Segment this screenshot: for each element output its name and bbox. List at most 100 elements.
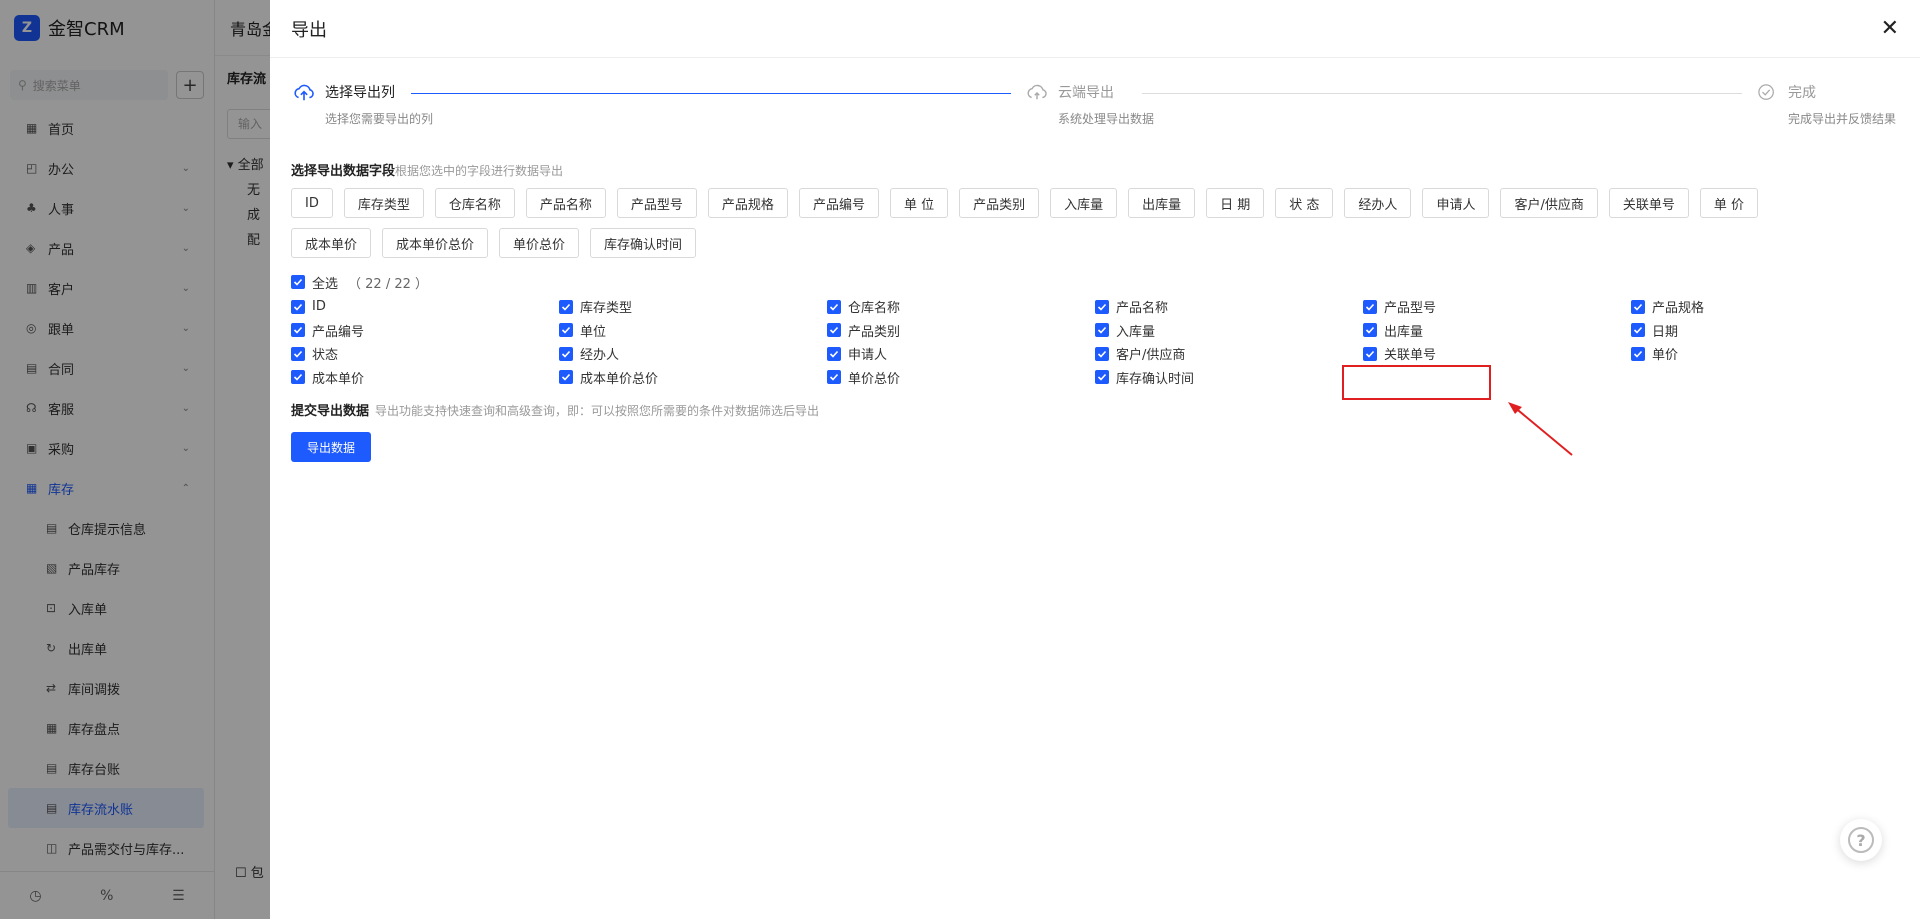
checkbox-checked-icon[interactable]: [1631, 299, 1645, 314]
field-chip[interactable]: 仓库名称: [434, 188, 515, 218]
field-checkbox-label: 产品编号: [312, 324, 365, 340]
checkbox-checked-icon[interactable]: [1631, 346, 1645, 361]
checkbox-checked-icon[interactable]: [1095, 299, 1109, 314]
checkbox-checked-icon[interactable]: [1095, 346, 1109, 361]
help-icon: ?: [1848, 827, 1874, 853]
step-desc: 系统处理导出数据: [1058, 112, 1155, 126]
field-chip[interactable]: 申请人: [1422, 188, 1490, 218]
field-checkbox[interactable]: 仓库名称: [827, 295, 1095, 319]
checkbox-checked-icon[interactable]: [1363, 299, 1377, 314]
field-chip[interactable]: 单 价: [1699, 188, 1758, 218]
field-checkbox[interactable]: 成本单价: [291, 366, 559, 390]
cloud-icon: [1027, 84, 1047, 100]
modal-title: 导出: [291, 19, 327, 41]
field-checkbox-label: ID: [312, 299, 326, 315]
field-checkbox[interactable]: 客户/供应商: [1095, 342, 1363, 366]
field-checkbox[interactable]: 出库量: [1363, 319, 1631, 343]
field-chip[interactable]: 单价总价: [499, 228, 580, 258]
field-checkbox[interactable]: 产品编号: [291, 319, 559, 343]
field-checkbox[interactable]: 申请人: [827, 342, 1095, 366]
field-chip[interactable]: 日 期: [1206, 188, 1265, 218]
checkbox-checked-icon[interactable]: [1631, 323, 1645, 338]
field-checkbox-label: 成本单价总价: [580, 371, 659, 387]
checkbox-checked-icon[interactable]: [559, 299, 573, 314]
step-select-columns: 选择导出列 选择您需要导出的列: [293, 84, 433, 127]
field-checkbox[interactable]: 经办人: [559, 342, 827, 366]
field-checkbox[interactable]: 库存确认时间: [1095, 366, 1363, 390]
field-checkbox-label: 日期: [1652, 324, 1679, 340]
help-button[interactable]: ?: [1840, 819, 1882, 861]
field-checkbox[interactable]: 产品型号: [1363, 295, 1631, 319]
close-icon[interactable]: ✕: [1881, 16, 1899, 41]
field-checkbox[interactable]: 库存类型: [559, 295, 827, 319]
field-checkbox[interactable]: 关联单号: [1363, 342, 1631, 366]
field-checkbox-label: 入库量: [1116, 324, 1156, 340]
field-chip[interactable]: 产品类别: [959, 188, 1040, 218]
checkbox-checked-icon[interactable]: [559, 323, 573, 338]
field-chip[interactable]: 产品型号: [616, 188, 697, 218]
field-checkbox-label: 客户/供应商: [1116, 348, 1186, 364]
checkbox-checked-icon[interactable]: [1095, 323, 1109, 338]
field-checkbox[interactable]: 单价总价: [827, 366, 1095, 390]
checkbox-checked-icon[interactable]: [827, 299, 841, 314]
checkbox-checked-icon[interactable]: [291, 275, 305, 289]
field-checkbox[interactable]: ID: [291, 295, 559, 319]
field-checkbox-label: 成本单价: [312, 371, 365, 387]
field-checkbox[interactable]: 产品名称: [1095, 295, 1363, 319]
step-complete: 完成 完成导出并反馈结果: [1756, 84, 1896, 127]
field-checkbox[interactable]: 单价: [1631, 342, 1899, 366]
checkbox-checked-icon[interactable]: [827, 346, 841, 361]
field-chip[interactable]: 产品规格: [707, 188, 788, 218]
field-chip[interactable]: 关联单号: [1608, 188, 1689, 218]
field-checkbox-label: 单价总价: [848, 371, 901, 387]
field-chip[interactable]: 经办人: [1344, 188, 1412, 218]
field-chip[interactable]: 库存类型: [343, 188, 424, 218]
step-cloud-export: 云端导出 系统处理导出数据: [1026, 84, 1154, 127]
field-checkbox[interactable]: 产品类别: [827, 319, 1095, 343]
checkbox-checked-icon[interactable]: [1363, 323, 1377, 338]
submit-section-heading: 提交导出数据 导出功能支持快速查询和高级查询，即：可以按照您所需要的条件对数据筛选…: [270, 400, 1920, 419]
field-chip[interactable]: 产品编号: [798, 188, 879, 218]
annotation-arrow-icon: [1508, 402, 1573, 456]
export-steps: 选择导出列 选择您需要导出的列 云端导出 系统处理导出数据 完成 完成导出并反馈…: [270, 58, 1920, 138]
field-chip[interactable]: ID: [291, 188, 333, 218]
step-connector-active: [411, 93, 1011, 94]
checkbox-checked-icon[interactable]: [1095, 370, 1109, 385]
export-data-button[interactable]: 导出数据: [291, 432, 371, 462]
field-checkbox[interactable]: 入库量: [1095, 319, 1363, 343]
field-checkbox-label: 库存确认时间: [1116, 371, 1195, 387]
field-section-hint: 根据您选中的字段进行数据导出: [395, 164, 564, 178]
field-chip[interactable]: 出库量: [1128, 188, 1196, 218]
field-chip[interactable]: 库存确认时间: [590, 228, 697, 258]
checkbox-checked-icon[interactable]: [559, 346, 573, 361]
checkbox-checked-icon[interactable]: [827, 323, 841, 338]
field-chip[interactable]: 成本单价: [291, 228, 372, 258]
checkbox-checked-icon[interactable]: [827, 370, 841, 385]
field-checkbox[interactable]: 状态: [291, 342, 559, 366]
field-chip[interactable]: 单 位: [889, 188, 949, 218]
field-checkbox-grid: ID 库存类型 仓库名称 产品名称 产品型号 产品规格产品编号 单位 产品类别 入库量 出库量 日期…: [270, 295, 1920, 389]
selection-count: （ 22 / 22 ）: [348, 276, 429, 292]
checkbox-checked-icon[interactable]: [291, 323, 305, 338]
checkbox-checked-icon[interactable]: [559, 370, 573, 385]
field-chip[interactable]: 客户/供应商: [1500, 188, 1598, 218]
checkbox-checked-icon[interactable]: [1363, 346, 1377, 361]
select-all-checkbox[interactable]: 全选 （ 22 / 22 ）: [270, 272, 1920, 292]
field-checkbox[interactable]: 产品规格: [1631, 295, 1899, 319]
checkbox-checked-icon[interactable]: [291, 299, 305, 314]
checkbox-checked-icon[interactable]: [291, 370, 305, 385]
field-section-title: 选择导出数据字段: [291, 164, 396, 179]
field-chip[interactable]: 产品名称: [525, 188, 606, 218]
field-chip[interactable]: 入库量: [1050, 188, 1118, 218]
field-checkbox-label: 状态: [312, 348, 339, 364]
field-checkbox-label: 产品名称: [1116, 301, 1169, 317]
field-checkbox[interactable]: 日期: [1631, 319, 1899, 343]
step-desc: 选择您需要导出的列: [325, 112, 434, 126]
field-chip-list: ID 库存类型 仓库名称 产品名称 产品型号 产品规格 产品编号单 位产品类别 入库量 出库量日…: [270, 188, 1870, 258]
field-chip[interactable]: 成本单价总价: [382, 228, 489, 258]
step-title: 选择导出列: [325, 85, 395, 101]
field-checkbox[interactable]: 单位: [559, 319, 827, 343]
field-chip[interactable]: 状 态: [1275, 188, 1334, 218]
field-checkbox[interactable]: 成本单价总价: [559, 366, 827, 390]
checkbox-checked-icon[interactable]: [291, 346, 305, 361]
